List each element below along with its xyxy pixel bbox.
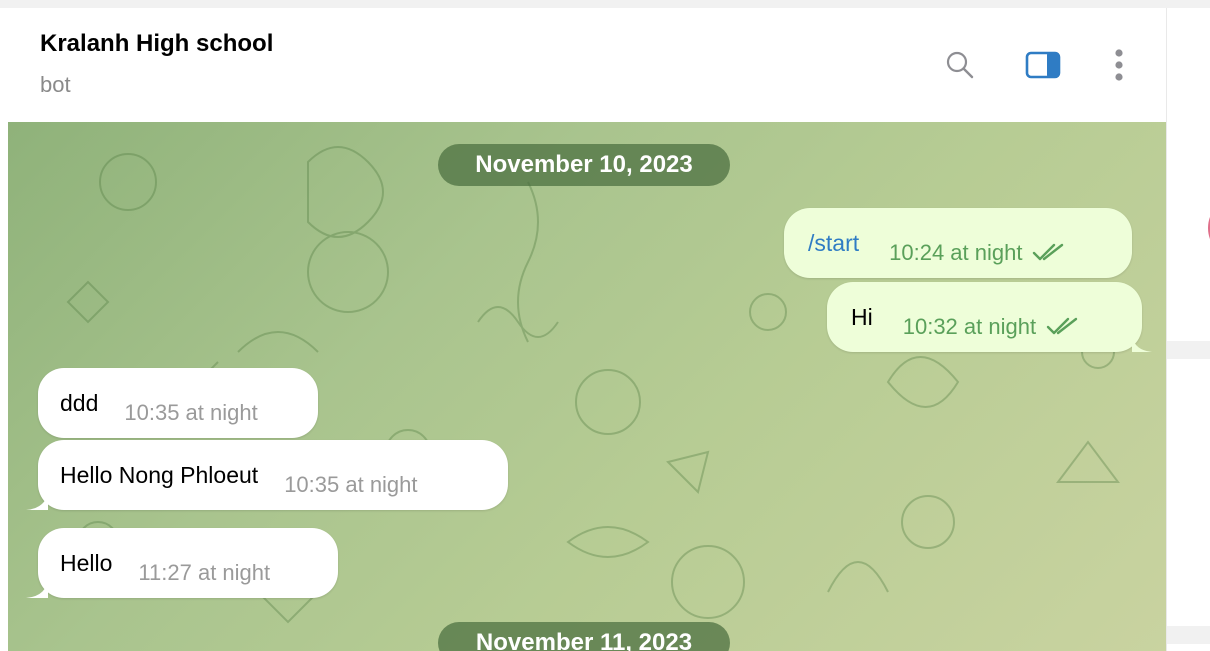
chat-header[interactable]: Kralanh High school bot xyxy=(8,8,1166,123)
more-vertical-icon xyxy=(1115,49,1123,81)
sidebar-toggle-icon xyxy=(1025,51,1061,79)
search-icon xyxy=(946,51,974,79)
chat-column: Kralanh High school bot November 10, 202… xyxy=(8,8,1166,651)
message-time: 10:24 at night xyxy=(889,240,1023,265)
more-options-button[interactable] xyxy=(1099,45,1139,85)
outgoing-message[interactable]: /start 10:24 at night xyxy=(784,208,1132,278)
chat-title[interactable]: Kralanh High school xyxy=(40,30,273,58)
telegram-window: Kralanh High school bot November 10, 202… xyxy=(0,0,1210,651)
message-text: Hi xyxy=(851,303,873,330)
search-button[interactable] xyxy=(940,45,980,85)
bubble-tail xyxy=(26,488,48,510)
toggle-sidebar-button[interactable] xyxy=(1023,45,1063,85)
incoming-message[interactable]: ddd 10:35 at night xyxy=(38,368,318,438)
message-time: 10:35 at night xyxy=(284,472,418,497)
top-strip xyxy=(0,0,1210,8)
message-text: ddd xyxy=(60,389,99,416)
chat-subtitle: bot xyxy=(40,72,71,97)
incoming-message[interactable]: Hello 11:27 at night xyxy=(26,528,338,598)
panel-divider xyxy=(1167,626,1210,644)
message-time: 10:35 at night xyxy=(124,400,258,425)
double-check-icon xyxy=(1032,243,1066,261)
date-separator: November 11, 2023 xyxy=(438,622,730,651)
message-time: 10:32 at night xyxy=(902,314,1037,339)
message-text: Hello Nong Phloeut xyxy=(60,461,259,488)
bubble-tail xyxy=(1132,332,1152,352)
date-separator: November 10, 2023 xyxy=(438,144,730,186)
outgoing-message[interactable]: Hi 10:32 at night xyxy=(827,282,1152,352)
right-side-panel xyxy=(1166,8,1210,651)
bubble-tail xyxy=(26,576,48,598)
bot-command-link[interactable]: /start xyxy=(808,230,859,257)
message-time: 11:27 at night xyxy=(138,560,271,585)
double-check-icon xyxy=(1046,317,1080,335)
incoming-message[interactable]: Hello Nong Phloeut 10:35 at night xyxy=(26,440,508,510)
message-text: Hello xyxy=(60,549,113,576)
message-area[interactable]: November 10, 2023 /start 10:24 at night … xyxy=(8,122,1166,651)
panel-divider xyxy=(1167,341,1210,359)
